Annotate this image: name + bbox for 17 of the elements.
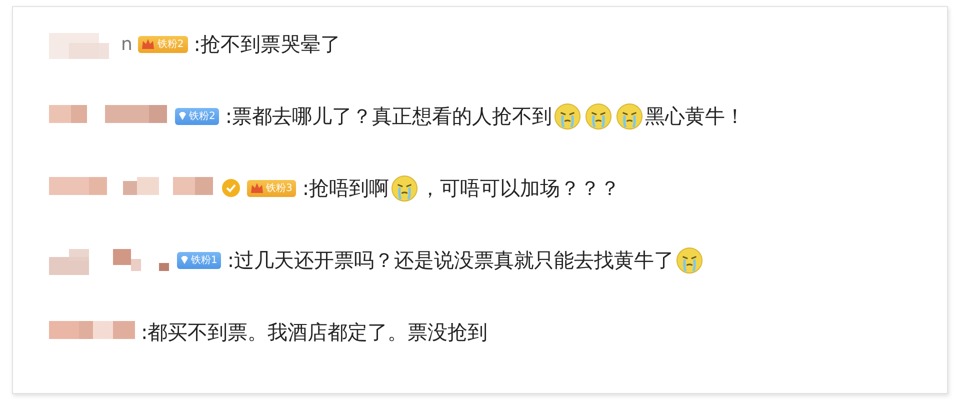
crying-face-icon (391, 174, 418, 202)
comment-text: :票都去哪儿了？真正想看的人抢不到 (225, 102, 552, 130)
comment-text: :都买不到票。我酒店都定了。票没抢到 (141, 318, 488, 346)
crying-face-icon (676, 246, 704, 274)
comment-text: ，可唔可以加场？？？ (420, 174, 620, 202)
fan-level-badge: 铁粉2 (175, 108, 220, 124)
fan-level-badge: 铁粉3 (247, 180, 296, 196)
comment-text: :抢不到票哭晕了 (194, 30, 341, 58)
fan-level-badge: 铁粉2 (138, 36, 188, 52)
crying-face-icon (616, 102, 644, 130)
fan-level-badge: 铁粉1 (177, 252, 222, 268)
user-name[interactable]: n (121, 34, 132, 54)
comment-text: 黑心黄牛！ (645, 102, 746, 130)
comment-text: :过几天还开票吗？还是说没票真就只能去找黄牛了 (227, 246, 674, 274)
crying-face-icon (585, 102, 612, 130)
crying-face-icon (554, 102, 582, 130)
comment-text: :抢唔到啊 (302, 174, 390, 202)
